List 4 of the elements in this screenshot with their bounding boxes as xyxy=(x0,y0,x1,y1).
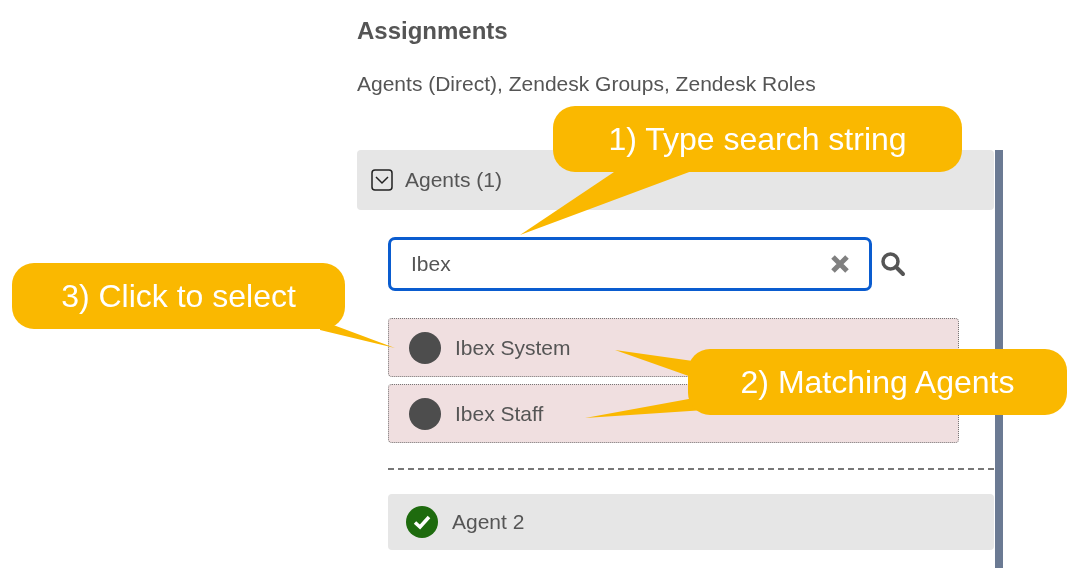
callout-tooltip: 3) Click to select xyxy=(12,263,345,329)
callout-tooltip: 2) Matching Agents xyxy=(688,349,1067,415)
section-heading: Assignments xyxy=(357,16,509,46)
assignment-types: Agents (Direct), Zendesk Groups, Zendesk Roles xyxy=(357,71,817,97)
